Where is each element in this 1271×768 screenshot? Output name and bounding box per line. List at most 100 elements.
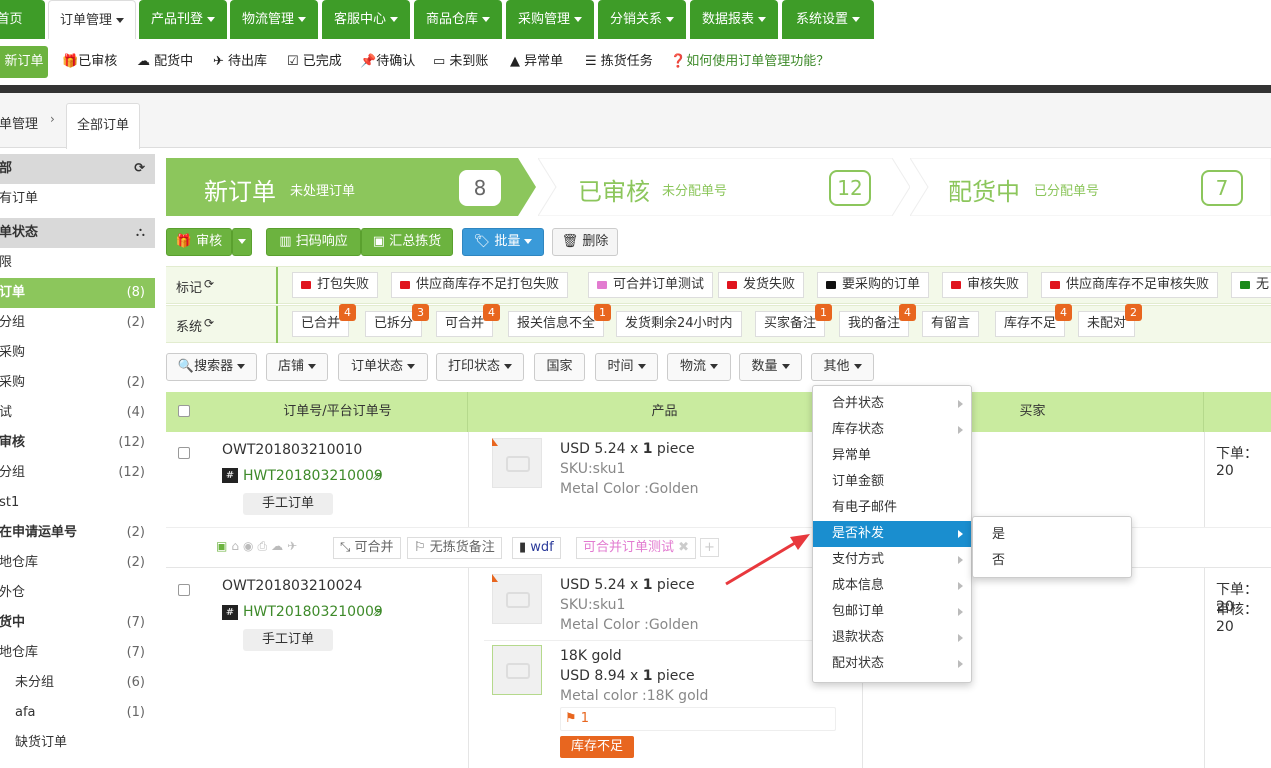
system-tag[interactable]: 买家备注 1 xyxy=(755,304,833,337)
subnav-picking[interactable]: ☰ 拣货任务 xyxy=(585,39,653,85)
mark-tag[interactable]: 可合并订单测试 xyxy=(588,272,714,298)
pick-note-tag[interactable]: ⚐ 无拣货备注 xyxy=(407,537,502,559)
filter-button[interactable]: 时间 xyxy=(595,353,658,381)
sidebar-item[interactable]: 配货中 (7) xyxy=(0,608,155,638)
menu-item[interactable]: 合并状态 xyxy=(813,391,971,417)
step-audited[interactable]: 已审核 未分配单号 12 xyxy=(538,158,910,216)
system-tag[interactable]: 可合并 4 xyxy=(436,304,501,337)
select-all-checkbox[interactable] xyxy=(178,405,190,417)
nav-tab-reports[interactable]: 数据报表 xyxy=(690,0,778,39)
subnav-done[interactable]: ☑ 已完成 xyxy=(287,39,342,85)
sidebar-item[interactable]: 海外仓 xyxy=(0,578,155,608)
mark-tag[interactable]: 要采购的订单 xyxy=(817,272,930,298)
subnav-unpaid[interactable]: ▭ 未到账 xyxy=(433,39,488,85)
menu-item[interactable]: 配对状态 xyxy=(813,651,971,677)
mark-tag[interactable]: 供应商库存不足打包失败 xyxy=(391,272,569,298)
filter-button[interactable]: 店铺 xyxy=(266,353,328,381)
sidebar-item[interactable]: 已审核 (12) xyxy=(0,428,155,458)
mark-tag[interactable]: 打包失败 xyxy=(292,272,379,298)
mark-tag[interactable]: 发货失败 xyxy=(718,272,805,298)
submenu-yes[interactable]: 是 xyxy=(973,522,1131,548)
sidebar-item[interactable]: 全部 ⟳ xyxy=(0,154,155,184)
menu-item[interactable]: 异常单 xyxy=(813,443,971,469)
submenu-no[interactable]: 否 xyxy=(973,548,1131,574)
filter-button[interactable]: 打印状态 xyxy=(436,353,524,381)
step-allocating[interactable]: 配货中 已分配单号 7 xyxy=(910,158,1271,216)
mergeable-tag[interactable]: ⤡ 可合并 xyxy=(333,537,401,559)
subnav-audited[interactable]: 🎁已审核 xyxy=(62,39,117,85)
system-tag[interactable]: 库存不足 4 xyxy=(995,304,1073,337)
refresh-icon[interactable]: ⟳ xyxy=(134,154,145,184)
sidebar-item[interactable]: afa (1) xyxy=(0,698,155,728)
product-thumbnail[interactable] xyxy=(492,645,542,695)
sidebar-item[interactable]: 本地仓库 (7) xyxy=(0,638,155,668)
sidebar-item[interactable]: 本地仓库 (2) xyxy=(0,548,155,578)
system-tag[interactable]: 我的备注 4 xyxy=(839,304,917,337)
nav-tab-home[interactable]: 首页 xyxy=(0,0,45,39)
sidebar-item[interactable]: 未分组 (6) xyxy=(0,668,155,698)
nav-tab-orders[interactable]: 订单管理 xyxy=(48,0,136,39)
subnav-exception[interactable]: ▲ 异常单 xyxy=(510,39,563,85)
summary-pick-button[interactable]: ▣ 汇总拣货 xyxy=(361,228,453,256)
menu-item[interactable]: 支付方式 xyxy=(813,547,971,573)
mark-tag[interactable]: 审核失败 xyxy=(942,272,1029,298)
custom-tag[interactable]: ▮ wdf xyxy=(512,537,561,559)
platform-order-link[interactable]: HWT201803210009 xyxy=(243,468,383,484)
mark-tag[interactable]: 无 xyxy=(1231,272,1271,298)
flag-note-field[interactable]: ⚑ 1 xyxy=(560,707,836,731)
tab-all-orders[interactable]: 全部订单 xyxy=(66,103,140,149)
row-checkbox[interactable] xyxy=(178,584,190,596)
breadcrumb-parent[interactable]: 订单管理 xyxy=(0,113,38,132)
platform-order-link[interactable]: HWT201803210009 xyxy=(243,604,383,620)
system-tag[interactable]: 未配对 2 xyxy=(1078,304,1143,337)
system-tag[interactable]: 报关信息不全 1 xyxy=(508,304,612,337)
system-tag[interactable]: 已合并 4 xyxy=(292,304,357,337)
system-tag[interactable]: 发货剩余24小时内 xyxy=(616,311,742,337)
menu-item[interactable]: 库存状态 xyxy=(813,417,971,443)
external-link-icon[interactable]: ⇗ xyxy=(372,469,382,483)
row-checkbox[interactable] xyxy=(178,447,190,459)
nav-tab-logistics[interactable]: 物流管理 xyxy=(230,0,318,39)
filter-button[interactable]: 订单状态 xyxy=(338,353,428,381)
sidebar-item[interactable]: 订单状态 ⛬ xyxy=(0,218,155,248)
sidebar-item[interactable]: 未分组 (2) xyxy=(0,308,155,338)
sidebar-item[interactable]: 所有订单 xyxy=(0,184,155,214)
filter-button[interactable]: 🔍搜索器 xyxy=(166,353,257,381)
sidebar-item[interactable]: 缺货订单 xyxy=(0,728,155,758)
refresh-icon[interactable]: ⟳ xyxy=(204,316,214,330)
new-order-button[interactable]: 新订单 xyxy=(0,46,48,78)
audit-button[interactable]: 🎁 审核 xyxy=(166,228,232,256)
sidebar-item[interactable]: 未分组 (12) xyxy=(0,458,155,488)
batch-button[interactable]: 🏷 批量 xyxy=(462,228,544,256)
out-of-stock-button[interactable]: 库存不足 xyxy=(560,736,634,758)
help-link[interactable]: ❓如何使用订单管理功能？ xyxy=(670,39,829,85)
mergeable-test-tag[interactable]: 可合并订单测试 ✖ xyxy=(576,537,697,559)
step-new-orders[interactable]: 新订单 未处理订单 8 xyxy=(166,158,536,216)
sidebar-item[interactable]: 正在申请运单号 (2) xyxy=(0,518,155,548)
refresh-icon[interactable]: ⟳ xyxy=(204,277,214,291)
subnav-confirm[interactable]: 📌待确认 xyxy=(360,39,415,85)
system-tag[interactable]: 有留言 xyxy=(922,311,980,337)
filter-button[interactable]: 物流 xyxy=(667,353,731,381)
nav-tab-distribution[interactable]: 分销关系 xyxy=(598,0,686,39)
sidebar-item[interactable]: 已采购 xyxy=(0,338,155,368)
menu-item[interactable]: 订单金额 xyxy=(813,469,971,495)
external-link-icon[interactable]: ⇗ xyxy=(372,605,382,619)
menu-item[interactable]: 成本信息 xyxy=(813,573,971,599)
menu-item[interactable]: 有电子邮件 xyxy=(813,495,971,521)
sidebar-item[interactable]: test1 xyxy=(0,488,155,518)
filter-button[interactable]: 国家 xyxy=(534,353,585,381)
audit-dropdown-button[interactable] xyxy=(232,228,252,256)
scan-button[interactable]: ▥ 扫码响应 xyxy=(266,228,361,256)
system-tag[interactable]: 已拆分 3 xyxy=(365,304,430,337)
mark-tag[interactable]: 供应商库存不足审核失败 xyxy=(1041,272,1219,298)
add-tag-button[interactable]: + xyxy=(700,538,719,557)
menu-item[interactable]: 是否补发 xyxy=(813,521,971,547)
delete-button[interactable]: 🗑 删除 xyxy=(552,228,618,256)
close-icon[interactable]: ✖ xyxy=(678,540,689,555)
nav-tab-settings[interactable]: 系统设置 xyxy=(782,0,874,39)
sidebar-item[interactable]: 新订单 (8) xyxy=(0,278,155,308)
filter-button[interactable]: 数量 xyxy=(739,353,802,381)
nav-tab-warehouse[interactable]: 商品仓库 xyxy=(414,0,502,39)
sidebar-item[interactable]: 测试 (4) xyxy=(0,398,155,428)
